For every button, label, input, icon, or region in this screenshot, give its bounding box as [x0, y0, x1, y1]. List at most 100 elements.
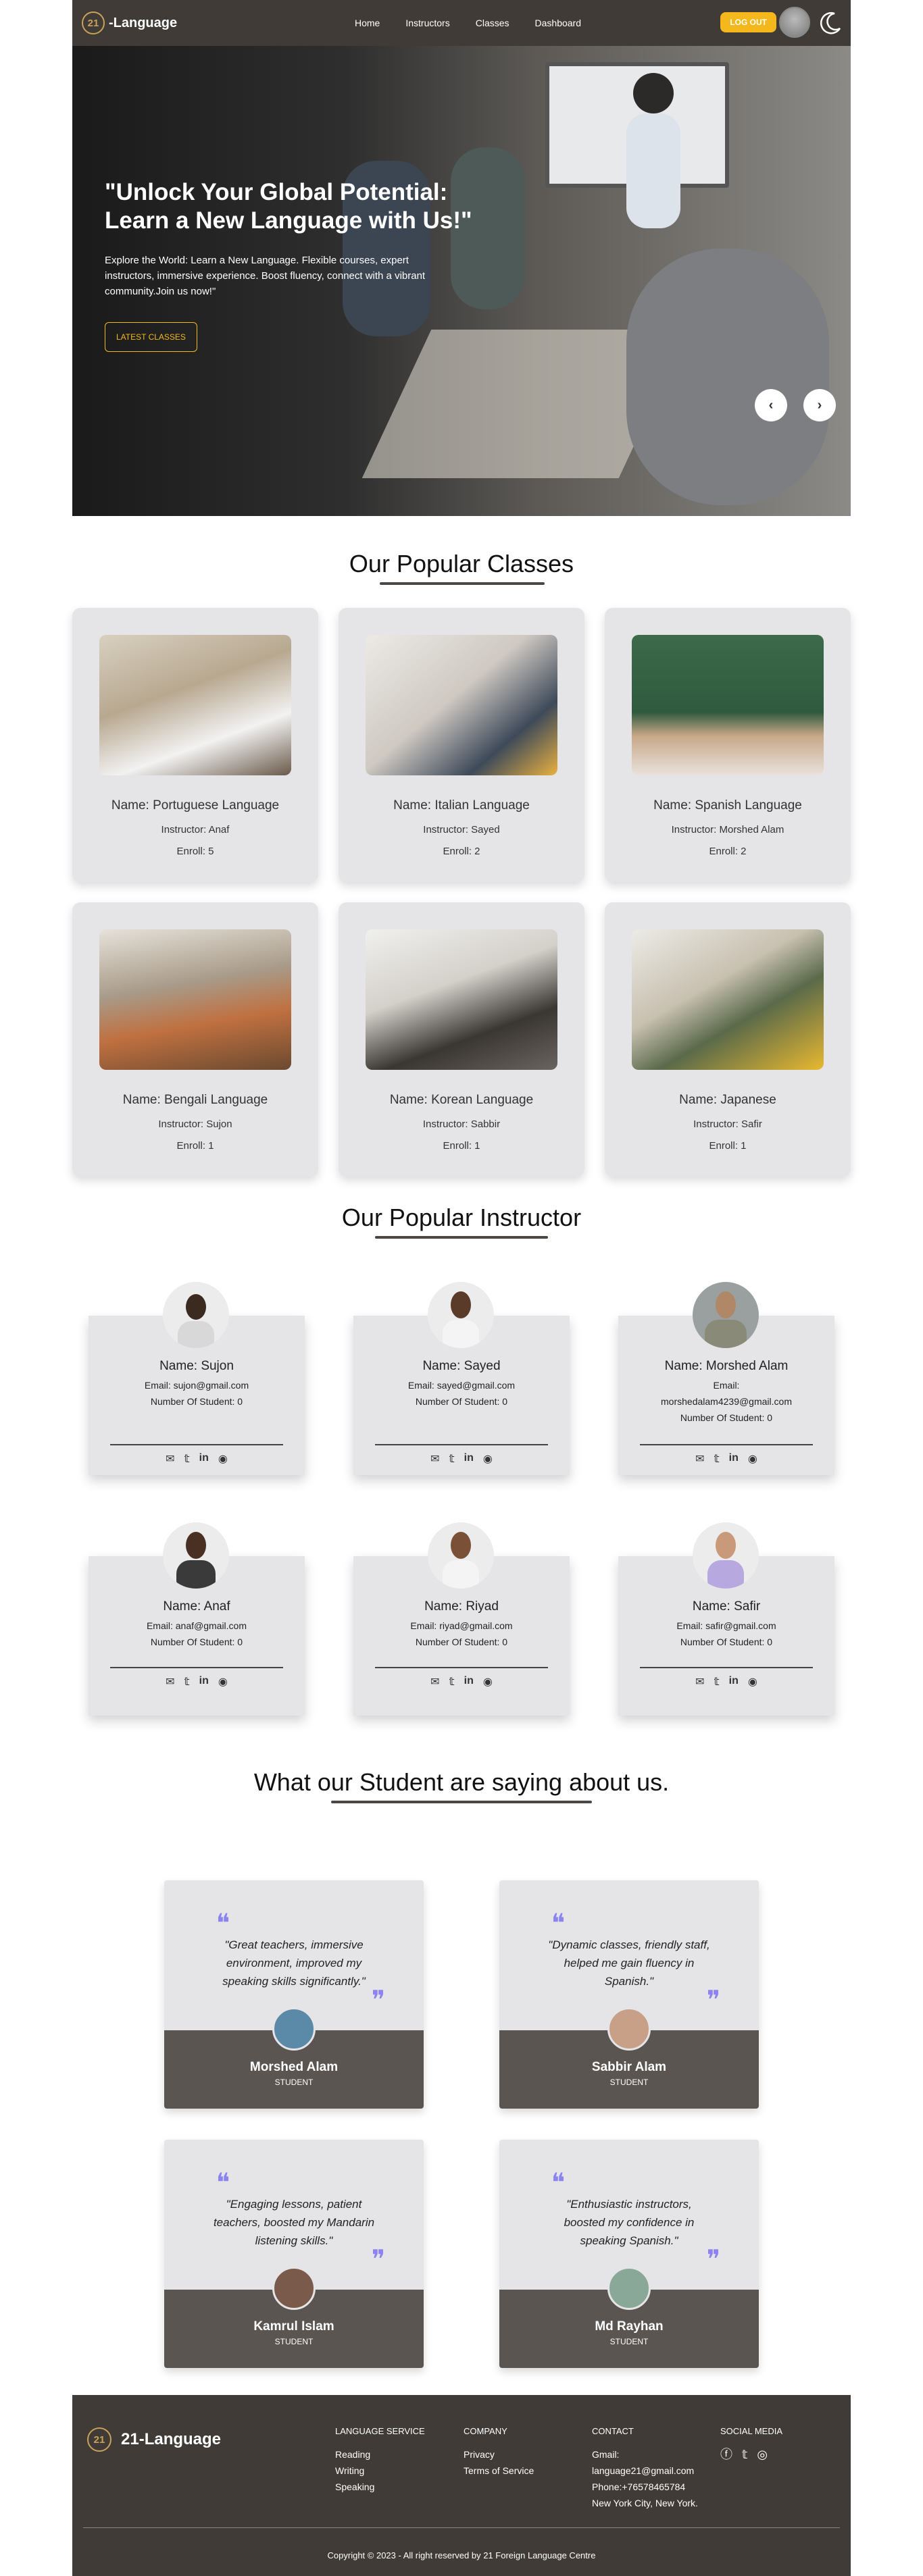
class-card[interactable]: Name: Portuguese Language Instructor: An…: [72, 608, 318, 882]
student-avatar: [607, 2267, 651, 2310]
mail-icon[interactable]: ✉: [166, 1452, 174, 1466]
instructor-name: Name: Anaf: [163, 1599, 230, 1614]
twitter-icon[interactable]: 𝕥: [714, 1452, 720, 1466]
nav-link-classes[interactable]: Classes: [476, 18, 509, 28]
student-role: STUDENT: [609, 2078, 649, 2087]
instructor-students: Number Of Student: 0: [150, 1637, 243, 1647]
linkedin-icon[interactable]: in: [464, 1675, 474, 1689]
logo[interactable]: 21 -Language: [82, 11, 177, 34]
testimonial-card: ❝ ❞ "Great teachers, immersive environme…: [164, 1880, 424, 2109]
twitter-icon[interactable]: 𝕥: [184, 1675, 190, 1689]
logo-mark: 21: [82, 11, 105, 34]
mail-icon[interactable]: ✉: [166, 1675, 174, 1689]
twitter-icon[interactable]: 𝕥: [714, 1675, 720, 1689]
footer-link-reading[interactable]: Reading: [335, 2446, 425, 2463]
github-icon[interactable]: ◉: [218, 1452, 228, 1466]
instructor-card[interactable]: Name: Riyad Email: riyad@gmail.com Numbe…: [353, 1522, 570, 1716]
class-card[interactable]: Name: Italian Language Instructor: Sayed…: [339, 608, 584, 882]
footer-social-links: ⓕ 𝕥 ◎: [720, 2446, 782, 2463]
instructor-avatar: [428, 1282, 494, 1348]
class-image: [99, 635, 291, 775]
quote-open-icon: ❝: [551, 2167, 566, 2197]
nav-link-home[interactable]: Home: [355, 18, 380, 28]
class-instructor: Instructor: Sayed: [423, 824, 500, 835]
twitter-icon[interactable]: 𝕥: [184, 1452, 190, 1466]
latest-classes-button[interactable]: LATEST CLASSES: [105, 322, 197, 352]
carousel-prev-button[interactable]: ‹: [755, 389, 787, 421]
testimonial-quote: "Great teachers, immersive environment, …: [222, 1938, 366, 1988]
mail-icon[interactable]: ✉: [695, 1675, 704, 1689]
instructor-name: Name: Sujon: [159, 1359, 234, 1373]
instructor-email: Email: sayed@gmail.com: [407, 1380, 516, 1391]
user-avatar[interactable]: [779, 7, 810, 38]
hero-student-image: [626, 249, 829, 505]
github-icon[interactable]: ◉: [748, 1452, 757, 1466]
class-card[interactable]: Name: Spanish Language Instructor: Morsh…: [605, 608, 851, 882]
facebook-icon[interactable]: ⓕ: [720, 2446, 732, 2463]
class-name: Name: Korean Language: [389, 1093, 534, 1107]
linkedin-icon[interactable]: in: [729, 1452, 739, 1466]
student-role: STUDENT: [609, 2337, 649, 2346]
linkedin-icon[interactable]: in: [199, 1675, 209, 1689]
class-enroll: Enroll: 1: [443, 1140, 480, 1152]
mail-icon[interactable]: ✉: [430, 1452, 439, 1466]
footer-social-column: SOCIAL MEDIA ⓕ 𝕥 ◎: [720, 2423, 782, 2463]
footer-service-column: LANGUAGE SERVICE Reading Writing Speakin…: [335, 2423, 425, 2495]
instructor-card[interactable]: Name: Sayed Email: sayed@gmail.com Numbe…: [353, 1282, 570, 1475]
divider: [375, 1667, 548, 1668]
footer-link-writing[interactable]: Writing: [335, 2463, 425, 2479]
student-name: Md Rayhan: [595, 2319, 664, 2334]
footer-contact-gmail-label: Gmail:: [592, 2449, 620, 2460]
student-avatar: [272, 2007, 316, 2051]
footer-link-terms[interactable]: Terms of Service: [464, 2463, 534, 2479]
testimonial-quote: "Enthusiastic instructors, boosted my co…: [564, 2198, 695, 2247]
linkedin-icon[interactable]: in: [729, 1675, 739, 1689]
moon-icon[interactable]: [817, 9, 844, 36]
github-icon[interactable]: ◉: [483, 1452, 493, 1466]
instructor-email: Email: anaf@gmail.com: [146, 1620, 247, 1631]
footer-contact-column: CONTACT Gmail: language21@gmail.com Phon…: [592, 2423, 698, 2511]
testimonials-heading-underline: [331, 1801, 592, 1803]
footer-contact-email[interactable]: language21@gmail.com: [592, 2463, 698, 2479]
quote-close-icon: ❞: [371, 1985, 386, 2015]
footer-company-heading: COMPANY: [464, 2426, 507, 2436]
footer-copyright: Copyright © 2023 - All right reserved by…: [327, 2550, 596, 2560]
class-card[interactable]: Name: Korean Language Instructor: Sabbir…: [339, 902, 584, 1177]
footer-contact-heading: CONTACT: [592, 2426, 634, 2436]
instructor-name: Name: Morshed Alam: [664, 1359, 789, 1373]
instagram-icon[interactable]: ◎: [757, 2446, 768, 2463]
instructor-name: Name: Safir: [692, 1599, 761, 1614]
twitter-icon[interactable]: 𝕥: [449, 1452, 455, 1466]
footer-link-speaking[interactable]: Speaking: [335, 2479, 425, 2495]
twitter-icon[interactable]: 𝕥: [449, 1675, 455, 1689]
quote-open-icon: ❝: [551, 1908, 566, 1938]
nav-link-dashboard[interactable]: Dashboard: [535, 18, 582, 28]
instructor-card[interactable]: Name: Safir Email: safir@gmail.com Numbe…: [618, 1522, 834, 1716]
github-icon[interactable]: ◉: [748, 1675, 757, 1689]
footer-logo[interactable]: 21 21-Language: [87, 2427, 221, 2452]
linkedin-icon[interactable]: in: [464, 1452, 474, 1466]
instructor-avatar: [163, 1282, 229, 1348]
instructor-students: Number Of Student: 0: [415, 1637, 508, 1647]
github-icon[interactable]: ◉: [218, 1675, 228, 1689]
class-card[interactable]: Name: Japanese Instructor: Safir Enroll:…: [605, 902, 851, 1177]
class-instructor: Instructor: Anaf: [161, 824, 230, 835]
github-icon[interactable]: ◉: [483, 1675, 493, 1689]
instructor-card[interactable]: Name: Morshed Alam Email: morshedalam423…: [618, 1282, 834, 1475]
footer-link-privacy[interactable]: Privacy: [464, 2446, 534, 2463]
mail-icon[interactable]: ✉: [695, 1452, 704, 1466]
twitter-icon[interactable]: 𝕥: [742, 2446, 747, 2463]
linkedin-icon[interactable]: in: [199, 1452, 209, 1466]
instructor-card[interactable]: Name: Anaf Email: anaf@gmail.com Number …: [89, 1522, 305, 1716]
instructor-card[interactable]: Name: Sujon Email: sujon@gmail.com Numbe…: [89, 1282, 305, 1475]
instructor-name: Name: Sayed: [422, 1359, 501, 1373]
nav-link-instructors[interactable]: Instructors: [405, 18, 449, 28]
testimonial-quote: "Dynamic classes, friendly staff, helped…: [548, 1938, 710, 1988]
social-links: ✉ 𝕥 in ◉: [618, 1675, 834, 1689]
mail-icon[interactable]: ✉: [430, 1675, 439, 1689]
logout-button[interactable]: LOG OUT: [720, 12, 776, 32]
carousel-next-button[interactable]: ›: [803, 389, 836, 421]
class-card[interactable]: Name: Bengali Language Instructor: Sujon…: [72, 902, 318, 1177]
instructor-students: Number Of Student: 0: [415, 1396, 508, 1407]
class-enroll: Enroll: 1: [176, 1140, 214, 1152]
